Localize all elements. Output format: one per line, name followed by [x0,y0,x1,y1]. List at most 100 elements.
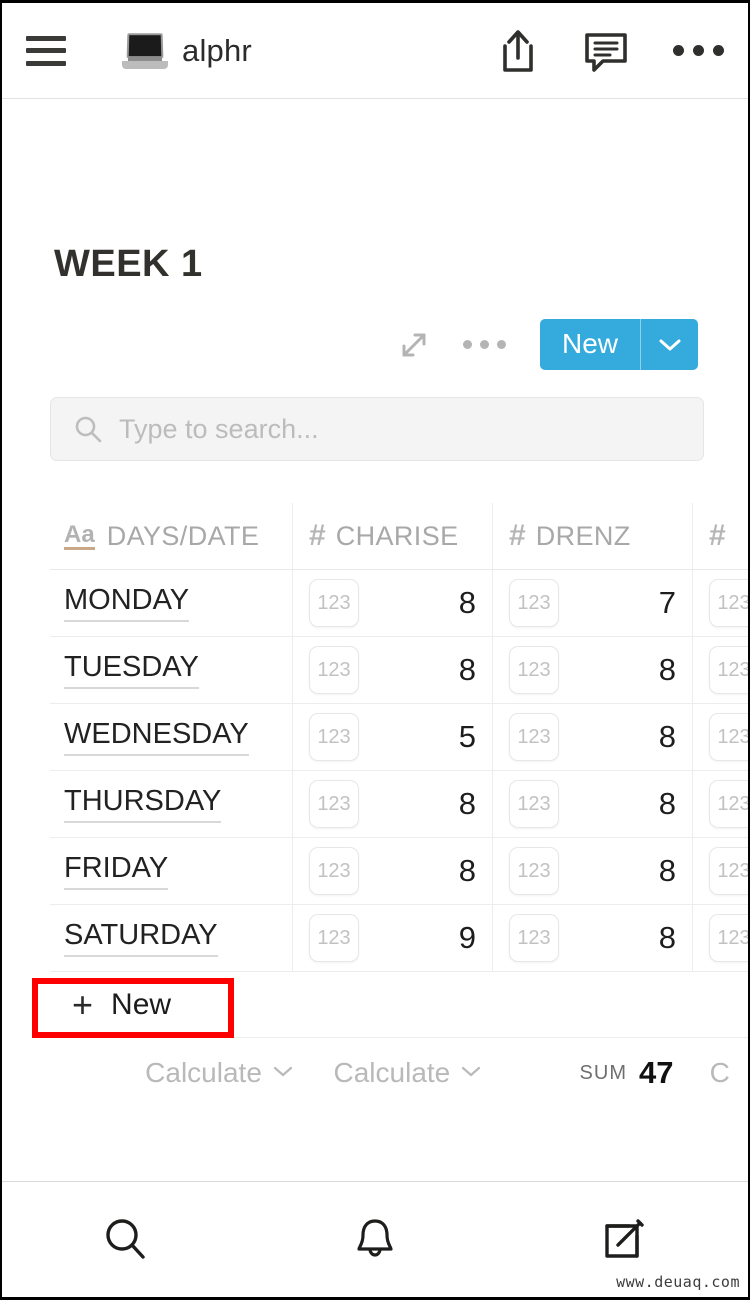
search-input[interactable]: Type to search... [50,397,704,461]
summary-row: Calculate Calculate SUM 47 C [50,1038,748,1108]
sum-label: SUM [579,1061,627,1084]
laptop-icon [122,32,168,69]
column-header-label: DAYS/DATE [106,520,260,551]
search-icon [106,1218,146,1259]
day-cell[interactable]: WEDNESDAY [50,704,292,770]
cell-value: 8 [658,719,676,754]
value-cell-charise[interactable]: 123 8 [292,838,492,904]
chevron-down-icon [460,1064,482,1083]
table-row: FRIDAY 123 8 123 8 123 [50,838,748,905]
number-badge-icon: 123 [309,646,359,694]
number-badge-icon: 123 [709,646,748,694]
new-button-chevron-down-icon[interactable] [640,319,698,371]
cell-value: 8 [458,853,476,888]
value-cell-truncated[interactable]: 123 [692,905,748,971]
plus-icon: + [72,984,94,1025]
value-cell-drenz[interactable]: 123 8 [492,771,692,837]
chevron-down-icon [272,1064,294,1083]
grid-header-row: Aa DAYS/DATE # CHARISE # DRENZ # [50,503,748,570]
expand-diagonal-icon[interactable] [399,330,429,360]
number-badge-icon: 123 [509,780,559,828]
number-badge-icon: 123 [509,847,559,895]
summary-sum[interactable]: SUM 47 [502,1055,691,1091]
column-header-drenz[interactable]: # DRENZ [492,503,692,569]
value-cell-charise[interactable]: 123 8 [292,771,492,837]
bell-icon [357,1218,393,1257]
day-label: FRIDAY [64,852,169,890]
cell-value: 9 [458,920,476,955]
comment-icon[interactable] [583,29,629,73]
value-cell-truncated[interactable]: 123 [692,838,748,904]
nav-notifications-button[interactable] [251,1214,500,1266]
table-row: SATURDAY 123 9 123 8 123 [50,905,748,972]
day-label: MONDAY [64,584,190,622]
new-button[interactable]: New [539,319,640,371]
number-badge-icon: 123 [309,713,359,761]
value-cell-truncated[interactable]: 123 [692,704,748,770]
summary-calculate-2[interactable]: Calculate [314,1057,502,1089]
value-cell-drenz[interactable]: 123 8 [492,637,692,703]
view-more-icon[interactable] [462,340,506,350]
calculate-label: C [709,1057,730,1088]
watermark: www.deuaq.com [616,1273,740,1291]
day-cell[interactable]: FRIDAY [50,838,292,904]
value-cell-truncated[interactable]: 123 [692,771,748,837]
number-badge-icon: 123 [509,579,559,627]
number-badge-icon: 123 [709,579,748,627]
number-type-icon: # [509,519,526,552]
number-badge-icon: 123 [309,847,359,895]
table-row: TUESDAY 123 8 123 8 123 [50,637,748,704]
value-cell-drenz[interactable]: 123 7 [492,570,692,636]
number-badge-icon: 123 [709,914,748,962]
cell-value: 8 [658,786,676,821]
compose-icon [604,1218,644,1258]
page-title: WEEK 1 [54,243,203,285]
day-cell[interactable]: TUESDAY [50,637,292,703]
value-cell-truncated[interactable]: 123 [692,637,748,703]
value-cell-charise[interactable]: 123 8 [292,570,492,636]
nav-compose-button[interactable] [499,1214,748,1266]
table-row: MONDAY 123 8 123 7 123 [50,570,748,637]
day-cell[interactable]: THURSDAY [50,771,292,837]
column-header-label: CHARISE [335,520,459,551]
value-cell-charise[interactable]: 123 8 [292,637,492,703]
day-cell[interactable]: SATURDAY [50,905,292,971]
brand: alphr [122,33,252,69]
summary-calculate-3[interactable]: C [691,1057,748,1089]
cell-value: 5 [458,719,476,754]
hamburger-icon[interactable] [26,35,66,66]
value-cell-truncated[interactable]: 123 [692,570,748,636]
cell-value: 8 [458,652,476,687]
table-row: WEDNESDAY 123 5 123 8 123 [50,704,748,771]
value-cell-drenz[interactable]: 123 8 [492,704,692,770]
share-icon[interactable] [497,28,539,74]
search-placeholder: Type to search... [119,413,319,444]
cell-value: 8 [658,920,676,955]
cell-value: 8 [658,652,676,687]
add-new-row-label: New [111,988,172,1021]
column-header-charise[interactable]: # CHARISE [292,503,492,569]
summary-calculate-1[interactable]: Calculate [125,1057,313,1089]
app-header: alphr [2,3,748,99]
add-row: + New [32,972,748,1038]
day-label: WEDNESDAY [64,718,249,756]
more-horizontal-icon[interactable] [673,45,724,56]
data-grid: Aa DAYS/DATE # CHARISE # DRENZ # MONDAY … [32,503,748,1108]
nav-search-button[interactable] [2,1214,251,1266]
day-label: SATURDAY [64,919,218,957]
column-header-days[interactable]: Aa DAYS/DATE [50,503,292,569]
column-header-label: DRENZ [535,520,631,551]
add-new-row-button[interactable]: + New [50,972,748,1038]
number-badge-icon: 123 [309,914,359,962]
number-type-icon: # [309,519,326,552]
value-cell-drenz[interactable]: 123 8 [492,838,692,904]
view-toolbar: New [399,319,698,371]
value-cell-charise[interactable]: 123 9 [292,905,492,971]
column-header-truncated[interactable]: # [692,503,748,569]
value-cell-charise[interactable]: 123 5 [292,704,492,770]
cell-value: 8 [458,585,476,620]
number-badge-icon: 123 [509,713,559,761]
value-cell-drenz[interactable]: 123 8 [492,905,692,971]
page-body: WEEK 1 New Type to search... Aa DAYS/DAT… [2,99,748,1181]
day-cell[interactable]: MONDAY [50,570,292,636]
